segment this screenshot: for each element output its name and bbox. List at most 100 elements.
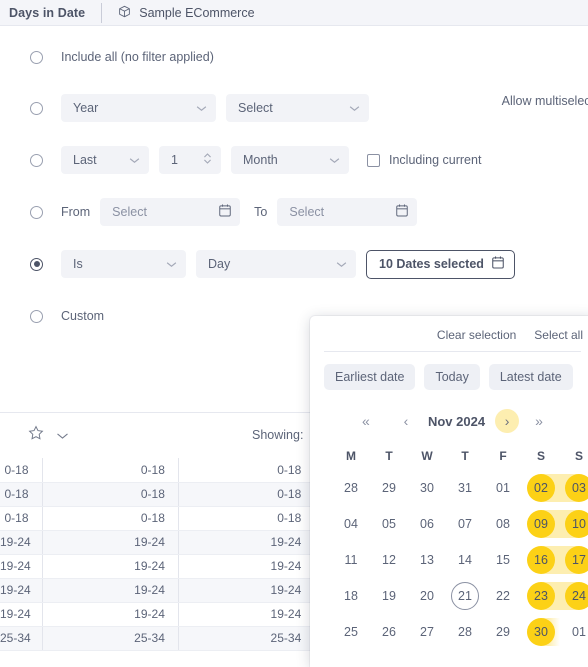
is-operator-select[interactable]: Is <box>61 250 186 278</box>
option-row-year[interactable]: Year Select <box>0 82 588 134</box>
calendar-grid: M T W T F S S 28 29 30 31 01 02 03 04 05 06 07 08 09 10 11 12… <box>310 440 588 650</box>
calendar-day-number: 14 <box>458 553 472 567</box>
calendar-day[interactable]: 03 <box>560 470 588 506</box>
from-date-input[interactable]: Select <box>100 198 241 226</box>
calendar-day-number: 30 <box>527 618 555 646</box>
calendar-day[interactable]: 18 <box>332 578 370 614</box>
prev-month-button[interactable]: ‹ <box>394 409 418 433</box>
calendar-day[interactable]: 04 <box>332 506 370 542</box>
calendar-day-number: 08 <box>496 517 510 531</box>
calendar-day[interactable]: 07 <box>446 506 484 542</box>
calendar-day[interactable]: 13 <box>408 542 446 578</box>
data-source-chip[interactable]: Sample ECommerce <box>118 5 255 21</box>
calendar-day-number: 24 <box>565 582 588 610</box>
calendar-day-number: 01 <box>496 481 510 495</box>
to-date-input[interactable]: Select <box>277 198 418 226</box>
table-cell: 19-24 <box>0 602 43 627</box>
calendar-day[interactable]: 26 <box>370 614 408 650</box>
radio-is[interactable] <box>30 257 43 271</box>
last-mode-select[interactable]: Last <box>61 146 149 174</box>
is-granularity-select[interactable]: Day <box>196 250 356 278</box>
to-date-placeholder: Select <box>289 205 325 219</box>
calendar-day-number: 16 <box>527 546 555 574</box>
calendar-day[interactable]: 22 <box>484 578 522 614</box>
calendar-icon[interactable] <box>395 203 409 221</box>
calendar-weeks: 28 29 30 31 01 02 03 04 05 06 07 08 09 10 11 12 13 14 15 16… <box>310 470 588 650</box>
calendar-day[interactable]: 05 <box>370 506 408 542</box>
calendar-day[interactable]: 30 <box>522 614 560 650</box>
calendar-day[interactable]: 12 <box>370 542 408 578</box>
last-unit-value: Month <box>243 153 278 167</box>
calendar-day[interactable]: 23 <box>522 578 560 614</box>
calendar-day[interactable]: 15 <box>484 542 522 578</box>
calendar-day[interactable]: 16 <box>522 542 560 578</box>
calendar-day[interactable]: 27 <box>408 614 446 650</box>
day-of-week-label: W <box>421 449 433 463</box>
calendar-day[interactable]: 14 <box>446 542 484 578</box>
radio-year[interactable] <box>30 101 43 115</box>
is-granularity-value: Day <box>208 257 231 271</box>
day-of-week-label: S <box>574 449 583 463</box>
calendar-day[interactable]: 01 <box>484 470 522 506</box>
calendar-day[interactable]: 20 <box>408 578 446 614</box>
radio-last[interactable] <box>30 153 43 167</box>
calendar-day[interactable]: 28 <box>446 614 484 650</box>
filter-editor-panel: Days in Date Sample ECommerce Include al… <box>0 0 588 667</box>
calendar-day[interactable]: 21 <box>446 578 484 614</box>
first-year-button[interactable]: « <box>354 409 378 433</box>
calendar-day[interactable]: 31 <box>446 470 484 506</box>
calendar-day[interactable]: 08 <box>484 506 522 542</box>
last-year-button[interactable]: » <box>527 409 551 433</box>
including-current-checkbox[interactable] <box>367 153 380 167</box>
table-cell: 19-24 <box>0 554 43 579</box>
latest-date-button[interactable]: Latest date <box>488 364 573 390</box>
calendar-day-number: 27 <box>420 625 434 639</box>
calendar-day[interactable]: 25 <box>332 614 370 650</box>
calendar-week-row: 18 19 20 21 22 23 24 <box>332 578 588 614</box>
calendar-day-number: 10 <box>565 510 588 538</box>
calendar-day-number: 05 <box>382 517 396 531</box>
table-cell: 0-18 <box>0 458 43 483</box>
chevron-down-icon[interactable] <box>56 427 69 445</box>
radio-from-to[interactable] <box>30 205 43 219</box>
calendar-day[interactable]: 29 <box>484 614 522 650</box>
next-month-button[interactable]: › <box>495 409 520 433</box>
calendar-day-number: 04 <box>344 517 358 531</box>
calendar-day-number: 23 <box>527 582 555 610</box>
table-cell: 19-24 <box>178 554 316 579</box>
year-unit-select[interactable]: Year <box>61 94 216 122</box>
calendar-day[interactable]: 11 <box>332 542 370 578</box>
calendar-day[interactable]: 24 <box>560 578 588 614</box>
select-all-button[interactable]: Select all <box>534 328 583 342</box>
calendar-day[interactable]: 02 <box>522 470 560 506</box>
calendar-day[interactable]: 29 <box>370 470 408 506</box>
option-row-is[interactable]: Is Day 10 Dates selected <box>0 238 588 290</box>
radio-include-all[interactable] <box>30 50 43 64</box>
dates-selected-button[interactable]: 10 Dates selected <box>366 249 515 279</box>
include-all-label: Include all (no filter applied) <box>61 50 214 64</box>
calendar-day[interactable]: 19 <box>370 578 408 614</box>
calendar-day-number: 28 <box>458 625 472 639</box>
last-count-stepper[interactable]: 1 <box>159 146 221 174</box>
star-icon[interactable] <box>28 425 44 446</box>
year-value-select[interactable]: Select <box>226 94 369 122</box>
earliest-date-button[interactable]: Earliest date <box>324 364 416 390</box>
option-row-from-to[interactable]: From Select To Select <box>0 186 588 238</box>
calendar-day[interactable]: 09 <box>522 506 560 542</box>
option-row-last[interactable]: Last 1 Month Including current <box>0 134 588 186</box>
calendar-icon[interactable] <box>218 203 232 221</box>
calendar-day[interactable]: 10 <box>560 506 588 542</box>
calendar-day[interactable]: 17 <box>560 542 588 578</box>
is-operator-value: Is <box>73 257 83 271</box>
allow-multiselect-label[interactable]: Allow multiselect <box>502 94 588 108</box>
calendar-day[interactable]: 28 <box>332 470 370 506</box>
calendar-day[interactable]: 30 <box>408 470 446 506</box>
last-unit-select[interactable]: Month <box>231 146 349 174</box>
radio-custom[interactable] <box>30 309 43 323</box>
today-button[interactable]: Today <box>424 364 480 390</box>
calendar-day[interactable]: 06 <box>408 506 446 542</box>
stepper-updown-icon[interactable] <box>203 152 212 168</box>
calendar-day[interactable]: 01 <box>560 614 588 650</box>
clear-selection-button[interactable]: Clear selection <box>437 328 516 342</box>
option-row-include-all[interactable]: Include all (no filter applied) <box>0 26 588 82</box>
